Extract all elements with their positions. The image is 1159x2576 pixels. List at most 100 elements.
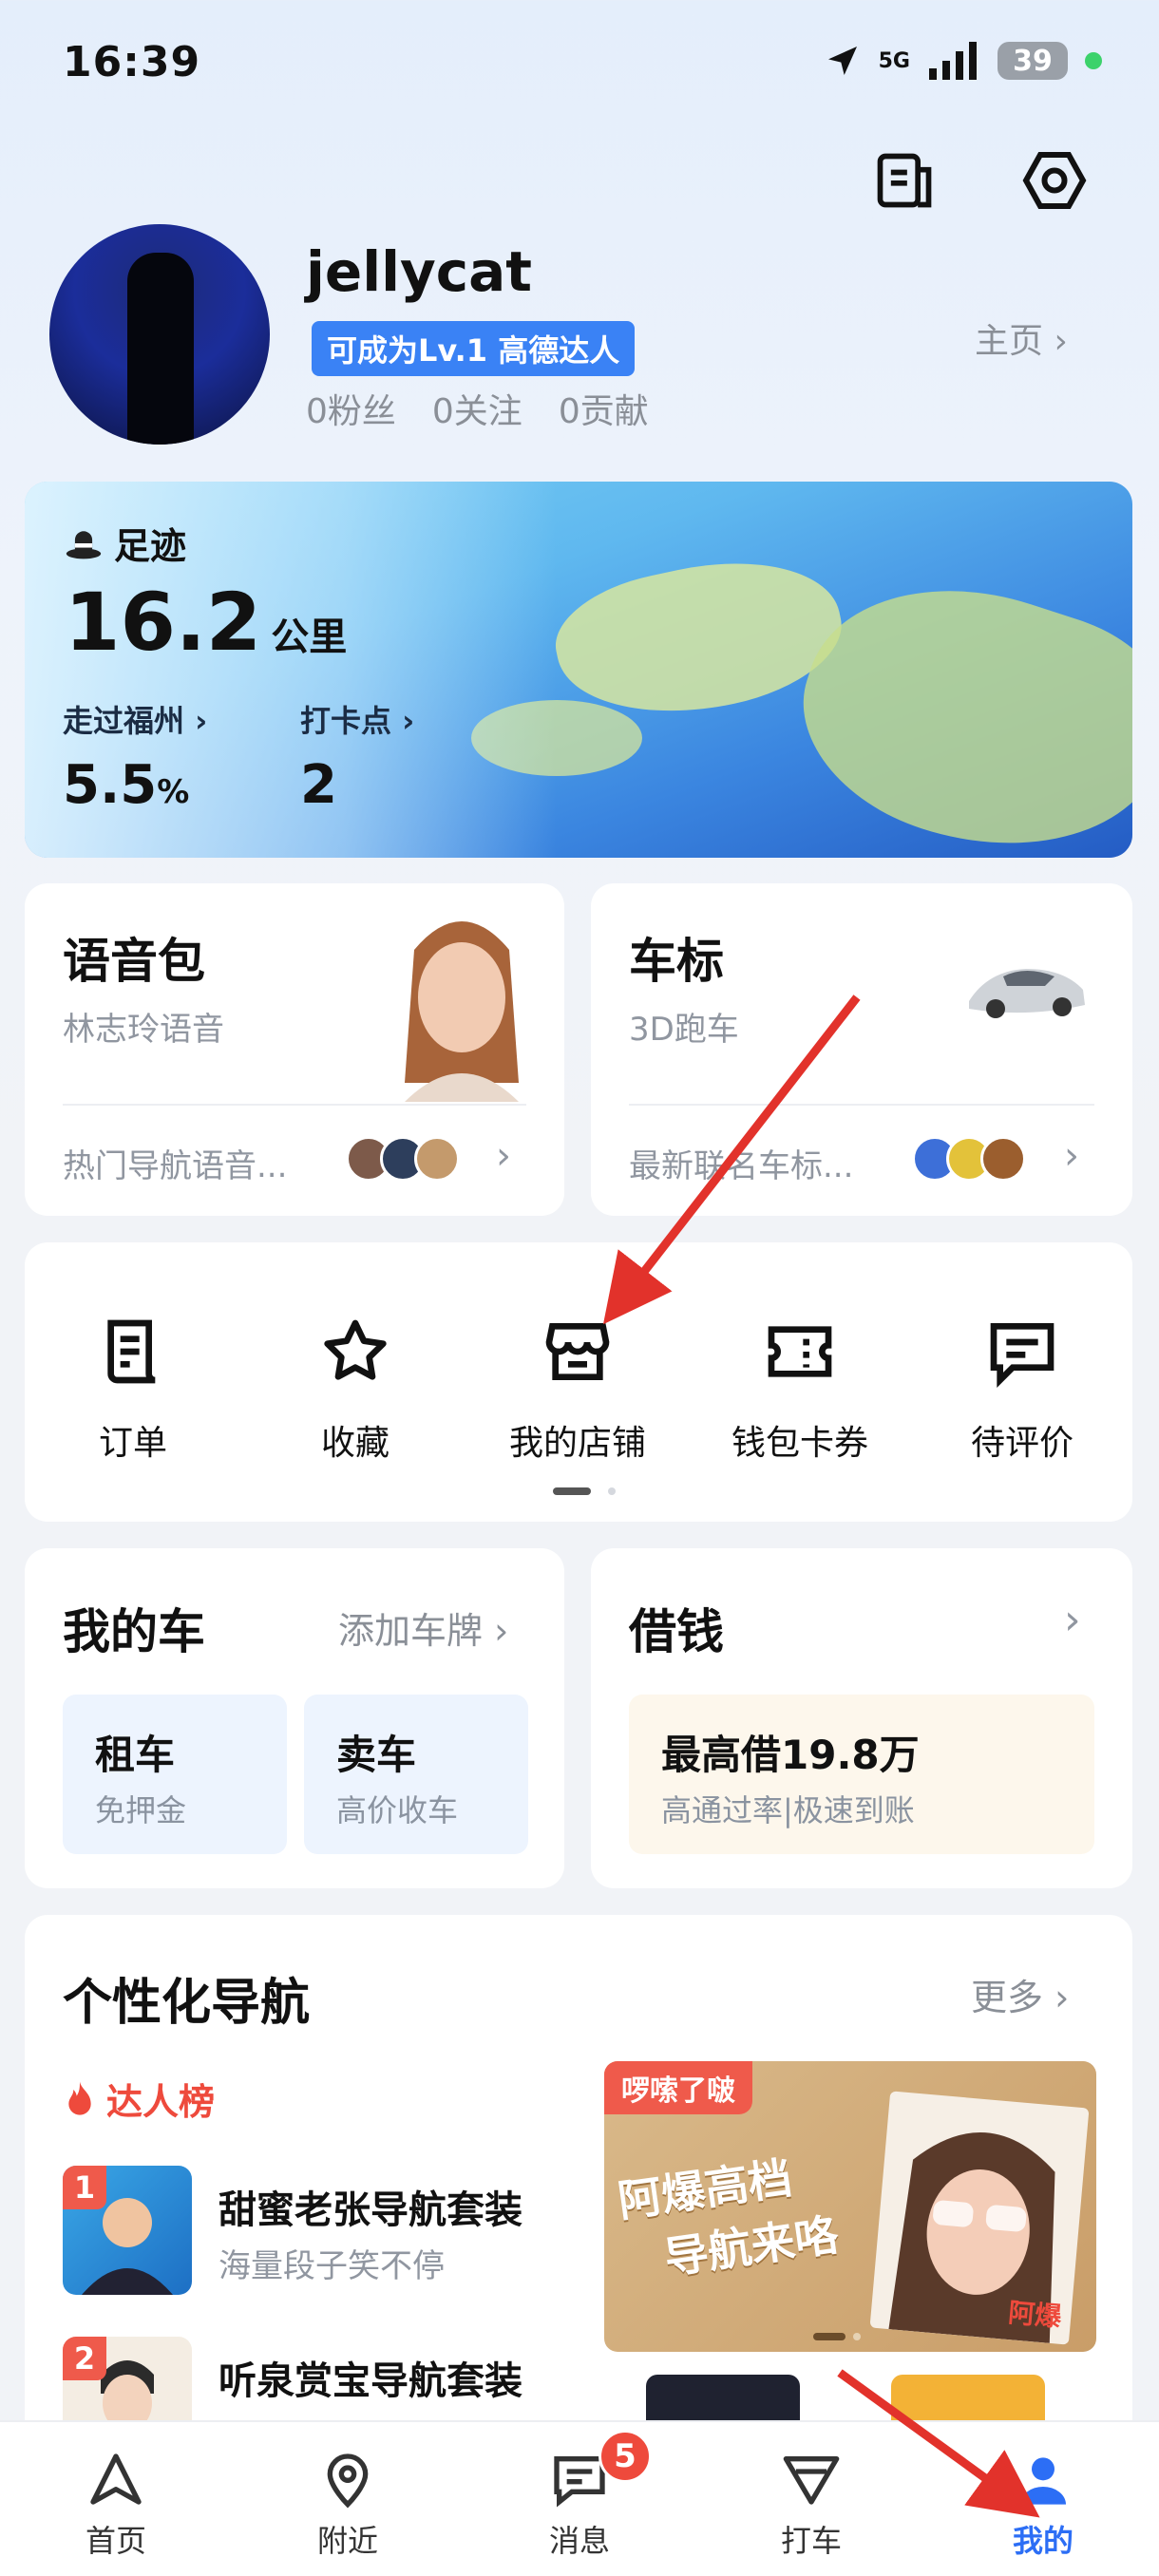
status-icons: 5G 39 (824, 42, 1102, 80)
quick-action-reviews[interactable]: 待评价 (927, 1309, 1117, 1465)
home-triangle-icon (0, 2422, 232, 2510)
level-badge[interactable]: 可成为Lv.1 高德达人 (312, 321, 636, 376)
voice-pack-title: 语音包 (63, 934, 205, 989)
rank-number: 1 (63, 2166, 106, 2209)
quick-action-favorites[interactable]: 收藏 (260, 1309, 450, 1465)
tab-messages[interactable]: 消息 5 (464, 2422, 695, 2576)
sell-title: 卖车 (336, 1732, 417, 1778)
rank-header: 达人榜 (63, 2073, 215, 2125)
promo-name: 阿爆 (1006, 2297, 1063, 2333)
tab-taxi[interactable]: 打车 (695, 2422, 927, 2576)
rank-title: 达人榜 (106, 2081, 216, 2123)
loan-title: 借钱 (629, 1604, 724, 1659)
list-item[interactable]: 1 甜蜜老张导航套装 海量段子笑不停 (63, 2166, 595, 2295)
network-label: 5G (878, 48, 910, 73)
loan-card[interactable]: 借钱 › 最高借19.8万 高通过率|极速到账 (591, 1548, 1132, 1888)
sell-subtitle: 高价收车 (336, 1792, 459, 1828)
footprint-title: 足迹 (63, 517, 186, 569)
tab-label: 首页 (85, 2523, 146, 2559)
rent-title: 租车 (95, 1732, 176, 1778)
city-unit: % (157, 773, 190, 811)
add-plate-link[interactable]: 添加车牌 › (338, 1601, 508, 1654)
chevron-right-icon: › (1064, 1596, 1081, 1644)
quick-action-my-shop[interactable]: 我的店铺 (483, 1309, 673, 1465)
page-indicator (608, 1487, 616, 1495)
more-label: 更多 (971, 1977, 1044, 2018)
contribution-count[interactable]: 0贡献 (559, 384, 649, 433)
signal-icon (929, 42, 977, 80)
footprint-distance: 16.2 公里 (65, 576, 347, 669)
my-car-card: 我的车 添加车牌 › 租车 免押金 卖车 高价收车 (25, 1548, 564, 1888)
chevron-right-icon: › (1054, 322, 1068, 361)
loan-headline: 最高借19.8万 (661, 1732, 920, 1778)
shop-icon (483, 1309, 673, 1394)
tab-nearby[interactable]: 附近 (232, 2422, 464, 2576)
taxi-icon (695, 2422, 927, 2510)
quick-action-orders[interactable]: 订单 (38, 1309, 228, 1465)
rank-item-title: 甜蜜老张导航套装 (218, 2188, 522, 2232)
location-pin-icon (232, 2422, 464, 2510)
car-icon-footer: 最新联名车标... (629, 1147, 854, 1185)
quick-action-label: 我的店铺 (508, 1424, 646, 1463)
rent-subtitle: 免押金 (95, 1792, 187, 1828)
loan-subtitle: 高通过率|极速到账 (661, 1792, 915, 1828)
city-progress[interactable]: 走过福州 › 5.5% (63, 697, 207, 816)
order-icon (38, 1309, 228, 1394)
star-icon (260, 1309, 450, 1394)
city-label: 走过福州 (63, 703, 185, 739)
add-plate-label: 添加车牌 (338, 1610, 484, 1652)
sports-car-image (960, 952, 1092, 1032)
tab-label: 打车 (780, 2523, 842, 2559)
sell-car-button[interactable]: 卖车 高价收车 (304, 1695, 528, 1854)
distance-value: 16.2 (65, 576, 262, 669)
homepage-label: 主页 (975, 322, 1044, 361)
status-time: 16:39 (63, 38, 201, 86)
promo-indicator-active (813, 2333, 846, 2340)
voice-pack-subtitle: 林志玲语音 (63, 1011, 224, 1049)
unread-badge: 5 (598, 2430, 652, 2483)
voice-avatars (346, 1132, 488, 1189)
username[interactable]: jellycat (306, 239, 532, 304)
tab-profile[interactable]: 我的 (927, 2422, 1159, 2576)
promo-photo: 阿爆 (869, 2091, 1090, 2345)
checkin-points[interactable]: 打卡点 › 2 (300, 697, 414, 816)
more-link[interactable]: 更多 › (971, 1968, 1069, 2020)
chevron-right-icon: › (1064, 1134, 1079, 1178)
personal-nav-title: 个性化导航 (63, 1975, 311, 2032)
settings-hexagon-icon[interactable] (1016, 142, 1092, 218)
avatar[interactable] (49, 224, 270, 445)
chevron-right-icon: › (496, 1134, 511, 1178)
message-icon (464, 2422, 695, 2510)
promo-tag: 啰嗦了啵 (604, 2061, 752, 2114)
voice-pack-card[interactable]: 语音包 林志玲语音 热门导航语音... › (25, 883, 564, 1216)
following-count[interactable]: 0关注 (432, 384, 522, 433)
bill-icon[interactable] (866, 142, 942, 218)
page-indicator-active (553, 1487, 591, 1495)
privacy-dot (1085, 52, 1102, 69)
voice-artist-image (376, 893, 547, 1102)
car-icon-subtitle: 3D跑车 (629, 1011, 739, 1049)
tab-home[interactable]: 首页 (0, 2422, 232, 2576)
footprint-hat-icon (66, 530, 102, 559)
quick-action-wallet[interactable]: 钱包卡券 (705, 1309, 895, 1465)
quick-action-label: 钱包卡券 (731, 1424, 868, 1463)
car-icon-card[interactable]: 车标 3D跑车 最新联名车标... › (591, 883, 1132, 1216)
my-car-title: 我的车 (63, 1604, 205, 1659)
fans-count[interactable]: 0粉丝 (306, 384, 396, 433)
tab-label: 我的 (1012, 2523, 1074, 2559)
footprint-title-text: 足迹 (114, 525, 187, 567)
battery-indicator: 39 (998, 42, 1068, 80)
wallet-coupon-icon (705, 1309, 895, 1394)
rank-thumbnail: 1 (63, 2166, 192, 2295)
loan-offer[interactable]: 最高借19.8万 高通过率|极速到账 (629, 1695, 1094, 1854)
checkin-value: 2 (300, 754, 337, 816)
promo-indicator (853, 2333, 861, 2340)
promo-banner[interactable]: 啰嗦了啵 阿爆高档 导航来咯 阿爆 (604, 2061, 1096, 2352)
quick-action-label: 收藏 (320, 1424, 390, 1463)
profile-stats: 0粉丝 0关注 0贡献 (306, 384, 649, 433)
rent-car-button[interactable]: 租车 免押金 (63, 1695, 287, 1854)
quick-action-label: 订单 (98, 1424, 167, 1463)
car-icon-title: 车标 (629, 934, 724, 989)
homepage-link[interactable]: 主页 › (975, 313, 1068, 363)
car-icon-avatars (912, 1132, 1054, 1189)
